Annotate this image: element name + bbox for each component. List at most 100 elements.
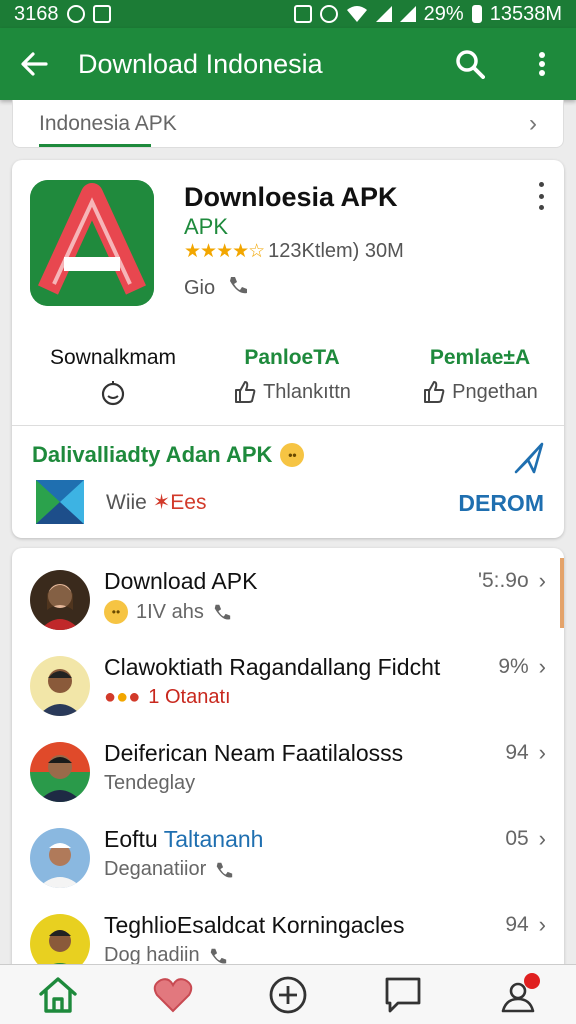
wifi-icon <box>346 6 367 22</box>
stat-value: Pngethan <box>452 380 538 403</box>
more-menu-icon[interactable] <box>526 48 558 80</box>
phone-icon <box>214 604 231 620</box>
promo-title-text: Dalivalliadty Adan APK <box>32 442 273 467</box>
app-rating-row: ★★★★☆ 123Ktlem) 30M <box>184 240 404 263</box>
promo-text: Wiie ✶Ees <box>106 490 206 515</box>
play-store-icon[interactable] <box>34 478 86 526</box>
app-developer-row: Gio <box>184 274 249 302</box>
star-burst-icon: ✶ <box>152 491 171 514</box>
list-item-sub-text: 1IV ahs <box>136 600 204 623</box>
thumbs-up-icon <box>424 381 445 403</box>
stat-size[interactable]: Pemlae±A Pngethan <box>410 346 550 404</box>
reaction-icons: ●●● <box>104 686 141 708</box>
list-item-sub-text: Tendeglay <box>104 772 196 794</box>
list-item-title: Deiferican Neam Faatilalosss <box>104 740 404 766</box>
smiley-icon <box>101 381 125 406</box>
list-item-title: Clawoktiath Ragandallang Fidcht <box>104 654 441 680</box>
vibrate-icon <box>319 5 338 23</box>
list-item-meta: 9% › <box>498 654 546 680</box>
thumbs-up-icon <box>235 381 256 403</box>
list-item-title-main: Eoftu <box>104 826 158 852</box>
star-rating-icon: ★★★★☆ <box>184 241 265 262</box>
chevron-right-icon: › <box>538 740 546 765</box>
list-item-meta-text: 05 <box>505 827 529 850</box>
heart-icon[interactable] <box>149 971 197 1019</box>
tab-indicator <box>39 144 151 147</box>
card-more-icon[interactable] <box>536 182 546 210</box>
search-query-text: Indonesia APK <box>39 111 177 135</box>
list-item-subtitle: Deganatiior <box>104 858 234 881</box>
list-item-meta: 94 › <box>505 740 546 766</box>
bottom-navigation <box>0 964 576 1024</box>
stat-downloads[interactable]: Sownalkmam <box>28 346 198 406</box>
rating-text: 123Ktlem) 30M <box>268 240 404 262</box>
signal-icon <box>375 6 392 22</box>
promo-text-red: Ees <box>170 491 207 514</box>
avatar <box>30 570 90 630</box>
emoji-face-icon: •• <box>104 600 128 624</box>
back-arrow-icon[interactable] <box>18 48 50 80</box>
image-icon <box>92 5 111 23</box>
list-item-subtitle: •• 1IV ahs <box>104 600 232 624</box>
battery-icon <box>471 5 482 23</box>
list-item-title: TeghlioEsaldcat Korningacles <box>104 912 405 938</box>
list-item[interactable]: Deiferican Neam Faatilalosss Tendeglay 9… <box>12 720 564 806</box>
chat-icon[interactable] <box>379 971 427 1019</box>
status-time: 1353 <box>489 2 535 25</box>
app-logo-icon[interactable] <box>30 180 154 306</box>
notification-badge <box>524 972 541 989</box>
list-item-sub-text: 1 Otanatı <box>148 686 231 708</box>
promo-action-button[interactable]: DEROM <box>458 490 544 517</box>
app-name: Downloesia APK <box>184 182 398 212</box>
list-item-subtitle: Tendeglay <box>104 772 195 795</box>
list-item-sub-text: Deganatiior <box>104 858 207 880</box>
search-icon[interactable] <box>454 48 486 80</box>
promo-text-main: Wiie <box>106 491 147 514</box>
status-left-text: 3168 <box>14 2 59 25</box>
list-item-meta-text: '5:.9o <box>477 569 529 592</box>
app-detail-card: Downloesia APK APK ★★★★☆ 123Ktlem) 30M G… <box>12 160 564 538</box>
status-bar: 3168 29% 1353 8M <box>0 0 576 28</box>
send-icon[interactable] <box>512 440 548 481</box>
home-icon[interactable] <box>34 971 82 1019</box>
list-item[interactable]: Clawoktiath Ragandallang Fidcht ●●● 1 Ot… <box>12 634 564 720</box>
list-item[interactable]: Eoftu Taltananh Deganatiior 05 › <box>12 806 564 892</box>
chevron-right-icon: › <box>538 654 546 679</box>
page-title: Download Indonesia <box>78 48 323 79</box>
status-time-suffix: 8M <box>534 2 562 25</box>
chevron-right-icon: › <box>529 109 537 137</box>
list-item-meta-text: 94 <box>505 741 529 764</box>
add-circle-icon[interactable] <box>264 971 312 1019</box>
list-item-meta: '5:.9o › <box>478 568 546 594</box>
developer-name: Gio <box>184 276 216 299</box>
list-item-title-link[interactable]: Taltananh <box>164 826 264 852</box>
list-item-meta-text: 94 <box>505 913 529 936</box>
avatar <box>30 828 90 888</box>
promo-title: Dalivalliadty Adan APK •• <box>32 442 305 468</box>
phone-icon <box>210 948 226 963</box>
stats-row: Sownalkmam PanloeTA Thlankıttn Pemlae±A … <box>12 346 564 416</box>
list-item-title: Download APK <box>104 568 258 594</box>
list-item[interactable]: Download APK •• 1IV ahs '5:.9o › <box>12 548 564 634</box>
stat-label: Pemlae±A <box>429 346 531 369</box>
avatar <box>30 742 90 802</box>
list-item-meta: 94 › <box>505 912 546 938</box>
list-item-meta: 05 › <box>505 826 546 852</box>
battery-percent: 29% <box>423 2 464 25</box>
phone-icon <box>217 862 233 877</box>
divider <box>12 425 564 426</box>
app-subtitle: APK <box>184 214 229 239</box>
app-bar: Download Indonesia <box>0 28 576 100</box>
notification-icon <box>66 5 85 23</box>
stat-value: Thlankıttn <box>263 380 351 403</box>
user-list-card: Download APK •• 1IV ahs '5:.9o › Clawokt… <box>12 548 564 978</box>
signal-icon-2 <box>399 6 416 22</box>
phone-icon <box>227 274 249 302</box>
search-result-row[interactable]: Indonesia APK › <box>12 100 564 148</box>
chevron-right-icon: › <box>538 826 546 851</box>
stat-label: Sownalkmam <box>49 346 177 369</box>
stat-label: PanloeTA <box>244 346 340 369</box>
chevron-right-icon: › <box>538 568 546 593</box>
profile-icon[interactable] <box>494 971 542 1019</box>
stat-rating[interactable]: PanloeTA Thlankıttn <box>212 346 372 404</box>
